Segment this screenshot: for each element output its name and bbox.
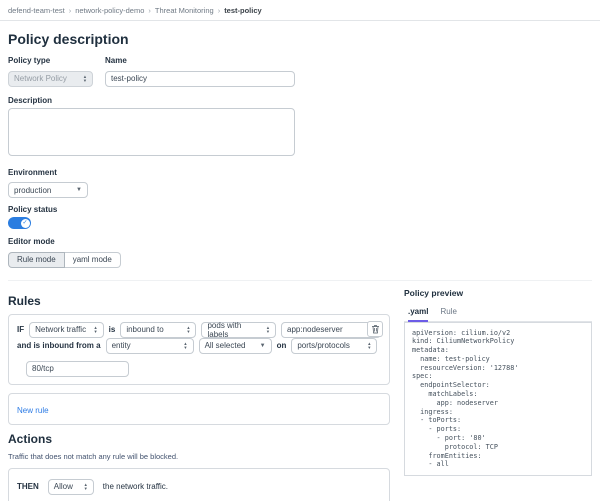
policy-type-select[interactable]: Network Policy [8, 71, 93, 87]
then-label: THEN [17, 482, 39, 491]
target-type-select[interactable]: pods with labels [201, 322, 276, 338]
yaml-preview-content: apiVersion: cilium.io/v2 kind: CiliumNet… [412, 329, 584, 470]
updown-icon [83, 75, 87, 82]
policy-status-label: Policy status [8, 205, 592, 214]
policy-type-field: Policy type Network Policy [8, 56, 93, 87]
name-field: Name [105, 56, 295, 87]
editor-mode-field: Editor mode Rule mode yaml mode [8, 237, 592, 268]
breadcrumb-item-section[interactable]: Threat Monitoring [155, 6, 214, 15]
direction-select[interactable]: inbound to [120, 322, 196, 338]
yaml-preview-box: apiVersion: cilium.io/v2 kind: CiliumNet… [404, 322, 592, 477]
from-selection-value: All selected [205, 341, 246, 350]
environment-value: production [14, 186, 51, 195]
traffic-type-select[interactable]: Network traffic [29, 322, 104, 338]
updown-icon [266, 326, 270, 333]
tab-rule[interactable]: Rule [440, 307, 456, 321]
action-select[interactable]: Allow [48, 479, 94, 495]
description-field: Description [8, 96, 592, 161]
description-textarea[interactable] [8, 108, 295, 156]
direction-value: inbound to [126, 325, 163, 334]
breadcrumb-separator: › [148, 6, 151, 15]
header-divider [0, 20, 600, 21]
name-label: Name [105, 56, 295, 65]
if-label: IF [17, 325, 24, 334]
policy-type-label: Policy type [8, 56, 93, 65]
breadcrumb-separator: › [218, 6, 221, 15]
breadcrumb-item-team[interactable]: defend-team-test [8, 6, 65, 15]
breadcrumb-item-current: test-policy [224, 6, 262, 15]
action-suffix: the network traffic. [103, 482, 168, 491]
policy-type-value: Network Policy [14, 74, 67, 83]
editor-mode-label: Editor mode [8, 237, 592, 246]
rules-title: Rules [8, 294, 390, 308]
chevron-down-icon [76, 187, 82, 193]
chevron-down-icon [260, 343, 266, 349]
new-rule-link[interactable]: New rule [17, 406, 49, 415]
yaml-mode-button[interactable]: yaml mode [65, 252, 121, 268]
rule-card: IF Network traffic is inbound to pods wi… [8, 314, 390, 385]
is-label: is [109, 325, 116, 334]
updown-icon [84, 483, 88, 490]
from-type-select[interactable]: entity [106, 338, 194, 354]
section-divider [8, 280, 592, 281]
action-card: THEN Allow the network traffic. [8, 468, 390, 501]
name-input[interactable] [105, 71, 295, 87]
ports-type-value: ports/protocols [297, 341, 349, 350]
rule-mode-button[interactable]: Rule mode [8, 252, 65, 268]
traffic-type-value: Network traffic [35, 325, 86, 334]
breadcrumb-item-project[interactable]: network-policy-demo [75, 6, 144, 15]
updown-icon [186, 326, 190, 333]
tab-yaml[interactable]: .yaml [408, 307, 428, 322]
policy-status-toggle[interactable] [8, 217, 31, 229]
preview-tabbar: .yaml Rule [404, 307, 592, 322]
delete-rule-button[interactable] [367, 321, 383, 337]
target-type-value: pods with labels [207, 321, 259, 339]
action-value: Allow [54, 482, 73, 491]
policy-preview-title: Policy preview [404, 288, 592, 298]
new-rule-box: New rule [8, 393, 390, 425]
updown-icon [183, 342, 187, 349]
environment-field: Environment production [8, 168, 592, 199]
actions-title: Actions [8, 432, 390, 446]
policy-status-field: Policy status [8, 205, 592, 229]
updown-icon [93, 326, 97, 333]
trash-icon [371, 324, 380, 334]
ports-type-select[interactable]: ports/protocols [291, 338, 377, 354]
ports-input[interactable] [26, 361, 129, 377]
on-label: on [277, 341, 287, 350]
breadcrumb: defend-team-test › network-policy-demo ›… [0, 0, 600, 20]
from-type-value: entity [112, 341, 131, 350]
breadcrumb-separator: › [69, 6, 72, 15]
from-label: and is inbound from a [17, 341, 101, 350]
page-title: Policy description [8, 31, 592, 47]
from-selection-select[interactable]: All selected [199, 338, 272, 354]
description-label: Description [8, 96, 592, 105]
toggle-check-icon [21, 219, 30, 228]
environment-select[interactable]: production [8, 182, 88, 198]
editor-mode-segmented: Rule mode yaml mode [8, 252, 121, 268]
actions-description: Traffic that does not match any rule wil… [8, 452, 390, 461]
updown-icon [367, 342, 371, 349]
environment-label: Environment [8, 168, 592, 177]
